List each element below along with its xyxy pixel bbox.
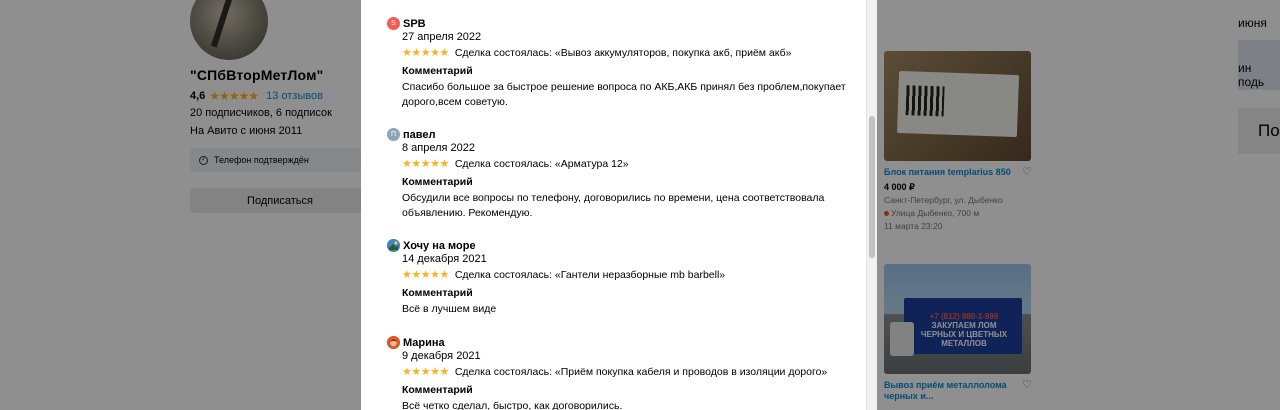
reviewer-name[interactable]: Хочу на море	[403, 240, 476, 252]
rating-stars-icon: ★★★★★	[402, 47, 449, 59]
review-comment: Спасибо большое за быстрое решение вопро…	[402, 81, 846, 108]
rating-stars-icon: ★★★★★	[402, 269, 449, 281]
modal-scrollbar[interactable]	[866, 0, 877, 410]
reviewer-avatar[interactable]	[387, 336, 400, 349]
review-deal: Сделка состоялась: «Приём покупка кабеля…	[454, 365, 828, 378]
review-date: 8 апреля 2022	[402, 142, 476, 154]
reviewer-avatar[interactable]	[387, 239, 400, 252]
reviewer-avatar[interactable]: S	[387, 17, 400, 30]
review-date: 14 декабря 2021	[402, 253, 487, 265]
review-comment: Всё четко сделал, быстро, как договорили…	[402, 400, 623, 410]
rating-stars-icon: ★★★★★	[402, 158, 449, 170]
review-date: 9 декабря 2021	[402, 350, 481, 362]
reviews-modal: S SPB 27 апреля 2022 ★★★★★ Сделка состоя…	[361, 0, 877, 410]
reviewer-name[interactable]: SPB	[403, 18, 426, 30]
comment-label: Комментарий	[402, 384, 473, 396]
review-deal: Сделка состоялась: «Гантели неразборные …	[454, 268, 726, 281]
reviewer-avatar[interactable]: П	[387, 128, 400, 141]
review-date: 27 апреля 2022	[402, 31, 482, 43]
rating-stars-icon: ★★★★★	[402, 366, 449, 378]
comment-label: Комментарий	[402, 287, 473, 299]
comment-label: Комментарий	[402, 176, 473, 188]
review-deal: Сделка состоялась: «Арматура 12»	[454, 157, 629, 170]
reviewer-name[interactable]: павел	[403, 129, 435, 141]
scrollbar-thumb[interactable]	[869, 116, 875, 258]
review-comment: Всё в лучшем виде	[402, 303, 497, 315]
reviewer-name[interactable]: Марина	[403, 337, 445, 349]
comment-label: Комментарий	[402, 65, 473, 77]
review-comment: Обсудили все вопросы по телефону, догово…	[402, 192, 825, 219]
review-deal: Сделка состоялась: «Вывоз аккумуляторов,…	[454, 46, 792, 59]
